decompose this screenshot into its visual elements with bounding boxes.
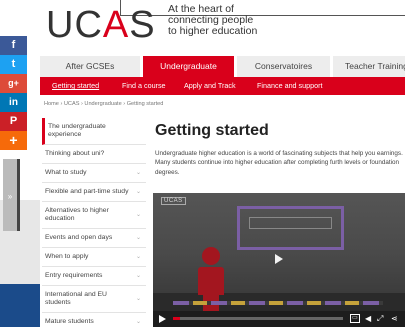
chevron-down-icon: ⌄ (135, 273, 141, 279)
chevron-down-icon: ⌄ (135, 189, 141, 195)
stage-strip (173, 301, 383, 305)
video-progress-fill (173, 317, 180, 320)
ucas-logo[interactable]: UCAS (46, 6, 156, 44)
sidebar-item-label: What to study (45, 169, 87, 176)
sidebar-item-undergraduate-experience[interactable]: The undergraduate experience (42, 118, 146, 145)
cc-icon[interactable]: ▭ (350, 314, 360, 323)
video-screen-frame (237, 206, 344, 250)
facebook-icon[interactable]: f (0, 36, 27, 55)
fullscreen-icon[interactable]: ⤢ (377, 314, 383, 324)
pinterest-icon[interactable]: P (0, 112, 27, 131)
header-outline (120, 0, 405, 16)
sidebar-item-alternatives[interactable]: Alternatives to higher education ⌄ (42, 202, 146, 229)
tab-undergraduate[interactable]: Undergraduate (143, 56, 234, 77)
sidebar-item-label: Entry requirements (45, 272, 103, 279)
figure-body (198, 267, 224, 295)
sidebar-item-label: Events and open days (45, 234, 113, 241)
main-navigation: After GCSEs Undergraduate Conservatoires… (40, 56, 405, 77)
tab-teacher-training[interactable]: Teacher Training (333, 56, 405, 77)
share-toggle-button[interactable]: » (3, 159, 20, 231)
sub-navigation: Getting started Find a course Apply and … (40, 77, 405, 95)
left-dark-panel (0, 284, 40, 327)
social-share-bar: f t g+ in P + » (0, 36, 27, 231)
sidebar-item-mature-students[interactable]: Mature students ⌄ (42, 313, 146, 327)
logo-text-s: S (129, 4, 156, 46)
sidebar-item-what-to-study[interactable]: What to study ⌄ (42, 164, 146, 183)
sidebar-item-label: Mature students (45, 318, 94, 325)
sidebar-item-label: International and EU students (45, 291, 107, 306)
sidebar-item-thinking-about-uni[interactable]: Thinking about uni? (42, 145, 146, 164)
section-sidebar: The undergraduate experience Thinking ab… (42, 118, 146, 327)
tab-after-gcses[interactable]: After GCSEs (40, 56, 140, 77)
sidebar-item-flexible-part-time[interactable]: Flexible and part-time study ⌄ (42, 183, 146, 202)
volume-icon[interactable]: ◀ (365, 314, 371, 324)
googleplus-icon[interactable]: g+ (0, 74, 27, 93)
subnav-find-a-course[interactable]: Find a course (122, 77, 166, 95)
video-controls: ▭ ◀ ⤢ ⋖ (153, 311, 405, 327)
logo-text-uc: UC (46, 4, 103, 46)
sidebar-item-label: When to apply (45, 253, 89, 260)
sidebar-item-when-to-apply[interactable]: When to apply ⌄ (42, 248, 146, 267)
video-play-button[interactable] (159, 315, 166, 323)
logo-text-a: A (102, 4, 130, 46)
video-progress-bar[interactable] (173, 317, 343, 320)
share-icon[interactable]: ⋖ (391, 314, 398, 324)
more-share-icon[interactable]: + (0, 131, 27, 150)
subnav-finance-and-support[interactable]: Finance and support (257, 77, 323, 95)
sidebar-item-label: Thinking about uni? (45, 150, 105, 157)
chevron-down-icon: ⌄ (135, 319, 141, 325)
tagline-line-3: to higher education (168, 25, 258, 37)
subnav-apply-and-track[interactable]: Apply and Track (184, 77, 236, 95)
chevron-right-icon: » (7, 192, 13, 201)
chevron-down-icon: ⌄ (135, 235, 141, 241)
site-header: UCAS At the heart of connecting people t… (0, 0, 405, 52)
play-icon[interactable] (275, 254, 283, 264)
header-tagline: At the heart of connecting people to hig… (168, 4, 257, 37)
sidebar-item-entry-requirements[interactable]: Entry requirements ⌄ (42, 267, 146, 286)
page-title: Getting started (155, 122, 269, 139)
sidebar-item-international-eu[interactable]: International and EU students ⌄ (42, 286, 146, 313)
figure-head (202, 247, 220, 265)
breadcrumb[interactable]: Home › UCAS › Undergraduate › Getting st… (44, 101, 163, 107)
video-player[interactable]: UCAS ▭ ◀ ⤢ ⋖ (153, 193, 405, 327)
tab-conservatoires[interactable]: Conservatoires (237, 56, 330, 77)
twitter-icon[interactable]: t (0, 55, 27, 74)
chevron-down-icon: ⌄ (135, 254, 141, 260)
sidebar-item-label: Flexible and part-time study (45, 188, 129, 195)
subnav-getting-started[interactable]: Getting started (52, 77, 99, 95)
video-screen-inner (249, 217, 332, 229)
sidebar-item-label: The undergraduate experience (48, 123, 106, 138)
chevron-down-icon: ⌄ (135, 296, 141, 302)
video-watermark: UCAS (161, 197, 186, 205)
chevron-down-icon: ⌄ (135, 212, 141, 218)
chevron-down-icon: ⌄ (135, 170, 141, 176)
intro-paragraph: Undergraduate higher education is a worl… (155, 150, 403, 176)
sidebar-item-label: Alternatives to higher education (45, 207, 109, 222)
sidebar-item-events-open-days[interactable]: Events and open days ⌄ (42, 229, 146, 248)
linkedin-icon[interactable]: in (0, 93, 27, 112)
